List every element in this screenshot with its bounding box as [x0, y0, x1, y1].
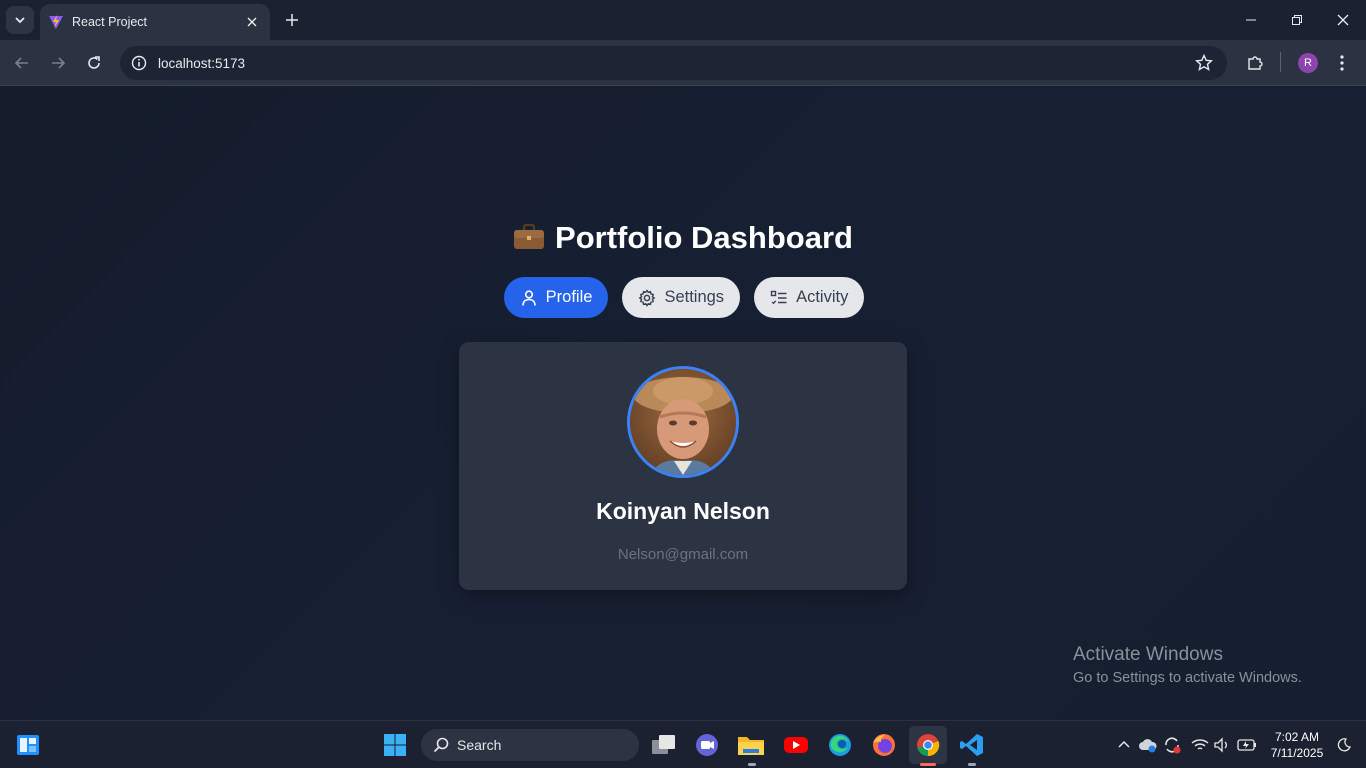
edge-app[interactable]: [824, 729, 856, 761]
gear-icon: [639, 288, 656, 307]
onedrive-tray[interactable]: [1138, 735, 1158, 755]
menu-button[interactable]: [1330, 51, 1354, 75]
watermark-subtitle: Go to Settings to activate Windows.: [1073, 670, 1302, 686]
profile-avatar-button[interactable]: R: [1298, 53, 1318, 73]
tab-settings-label: Settings: [664, 288, 725, 306]
reload-icon: [88, 56, 100, 69]
clock-date: 7/11/2025: [1270, 746, 1324, 760]
folder-icon: [738, 737, 764, 755]
restore-button[interactable]: [1274, 0, 1320, 40]
task-view-button[interactable]: [648, 729, 680, 761]
site-info-icon[interactable]: [130, 54, 148, 72]
wifi-tray[interactable]: [1190, 735, 1210, 755]
sync-icon: [1165, 737, 1181, 754]
close-tab-icon[interactable]: [242, 12, 262, 32]
show-hidden-icons-button[interactable]: [1114, 735, 1134, 755]
puzzle-icon: [1248, 56, 1263, 70]
page-title: Portfolio Dashboard: [555, 220, 853, 255]
chrome-active-indicator: [920, 763, 936, 766]
new-tab-button[interactable]: [280, 8, 304, 32]
profile-portrait-image: [630, 369, 736, 475]
youtube-app[interactable]: [780, 729, 812, 761]
chrome-app[interactable]: [909, 726, 947, 764]
chevron-up-icon: [1118, 740, 1130, 748]
watermark-title: Activate Windows: [1073, 644, 1223, 665]
arrow-right-icon: [52, 57, 66, 69]
taskbar-search[interactable]: Search: [421, 729, 639, 761]
cloud-icon: [1139, 739, 1157, 753]
address-bar[interactable]: localhost:5173: [120, 46, 1227, 80]
briefcase-icon: [514, 224, 545, 249]
minimize-icon: [1246, 19, 1256, 21]
tab-search-button[interactable]: [6, 6, 34, 34]
battery-icon: [1237, 739, 1256, 751]
tab-profile[interactable]: Profile: [503, 277, 609, 318]
bookmark-star-icon[interactable]: [1195, 54, 1213, 72]
widgets-icon: [17, 735, 39, 755]
windows-logo-icon: [384, 734, 406, 756]
wifi-icon: [1191, 739, 1209, 750]
vscode-app[interactable]: [956, 729, 988, 761]
tab-profile-label: Profile: [545, 288, 593, 306]
speaker-icon: [1214, 737, 1227, 753]
file-explorer-running-indicator: [748, 763, 756, 766]
close-icon: [1337, 14, 1349, 26]
firefox-icon: [873, 734, 895, 756]
task-view-icon: [652, 735, 675, 754]
page-title-row: Portfolio Dashboard: [0, 220, 1366, 256]
dashboard-tabs: Profile Settings Activity: [0, 277, 1366, 318]
tab-settings[interactable]: Settings: [622, 277, 741, 318]
plus-icon: [286, 14, 298, 26]
battery-tray[interactable]: [1237, 735, 1257, 755]
minimize-button[interactable]: [1228, 0, 1274, 40]
vite-icon: [49, 15, 63, 29]
vscode-running-indicator: [968, 763, 976, 766]
firefox-app[interactable]: [868, 729, 900, 761]
profile-name: Koinyan Nelson: [596, 498, 770, 524]
tab-title: React Project: [72, 15, 148, 29]
taskbar-clock[interactable]: 7:02 AM 7/11/2025: [1264, 729, 1330, 761]
browser-tab[interactable]: React Project: [40, 4, 270, 40]
vscode-icon: [960, 734, 983, 756]
page-viewport: Portfolio Dashboard Profile Settings Act…: [0, 87, 1366, 720]
forward-button[interactable]: [44, 49, 72, 77]
widgets-button[interactable]: [12, 729, 44, 761]
sync-tray[interactable]: [1162, 735, 1182, 755]
teams-chat-app[interactable]: [691, 729, 723, 761]
taskbar: Search 7:02 AM 7/11/2025: [0, 720, 1366, 768]
edge-icon: [829, 734, 851, 756]
toolbar-divider: [1280, 52, 1281, 72]
profile-email: Nelson@gmail.com: [617, 546, 749, 563]
browser-toolbar: localhost:5173: [0, 40, 1366, 86]
teams-icon: [696, 734, 718, 756]
reload-button[interactable]: [80, 49, 108, 77]
person-icon: [521, 289, 536, 306]
restore-icon: [1292, 15, 1302, 25]
youtube-icon: [784, 737, 808, 753]
chrome-icon: [917, 734, 940, 757]
search-icon: [433, 737, 449, 753]
url-text[interactable]: localhost:5173: [158, 56, 245, 71]
tab-strip: React Project: [0, 0, 1366, 40]
kebab-menu-icon: [1340, 55, 1344, 71]
list-check-icon: [770, 290, 787, 304]
volume-tray[interactable]: [1212, 735, 1232, 755]
tab-activity-label: Activity: [796, 288, 849, 306]
profile-photo: [627, 366, 739, 478]
tab-activity[interactable]: Activity: [754, 277, 865, 318]
chevron-down-icon: [15, 17, 25, 24]
extensions-button[interactable]: [1243, 51, 1267, 75]
activate-windows-watermark: Activate Windows Go to Settings to activ…: [1073, 644, 1302, 686]
close-window-button[interactable]: [1320, 0, 1366, 40]
profile-card: Koinyan Nelson Nelson@gmail.com: [459, 342, 907, 590]
arrow-left-icon: [14, 57, 28, 69]
search-label: Search: [457, 737, 502, 753]
notifications-button[interactable]: [1334, 735, 1354, 755]
file-explorer-app[interactable]: [735, 729, 767, 761]
clock-time: 7:02 AM: [1274, 730, 1320, 744]
back-button[interactable]: [8, 49, 36, 77]
start-button[interactable]: [379, 729, 411, 761]
moon-icon: [1337, 738, 1351, 752]
